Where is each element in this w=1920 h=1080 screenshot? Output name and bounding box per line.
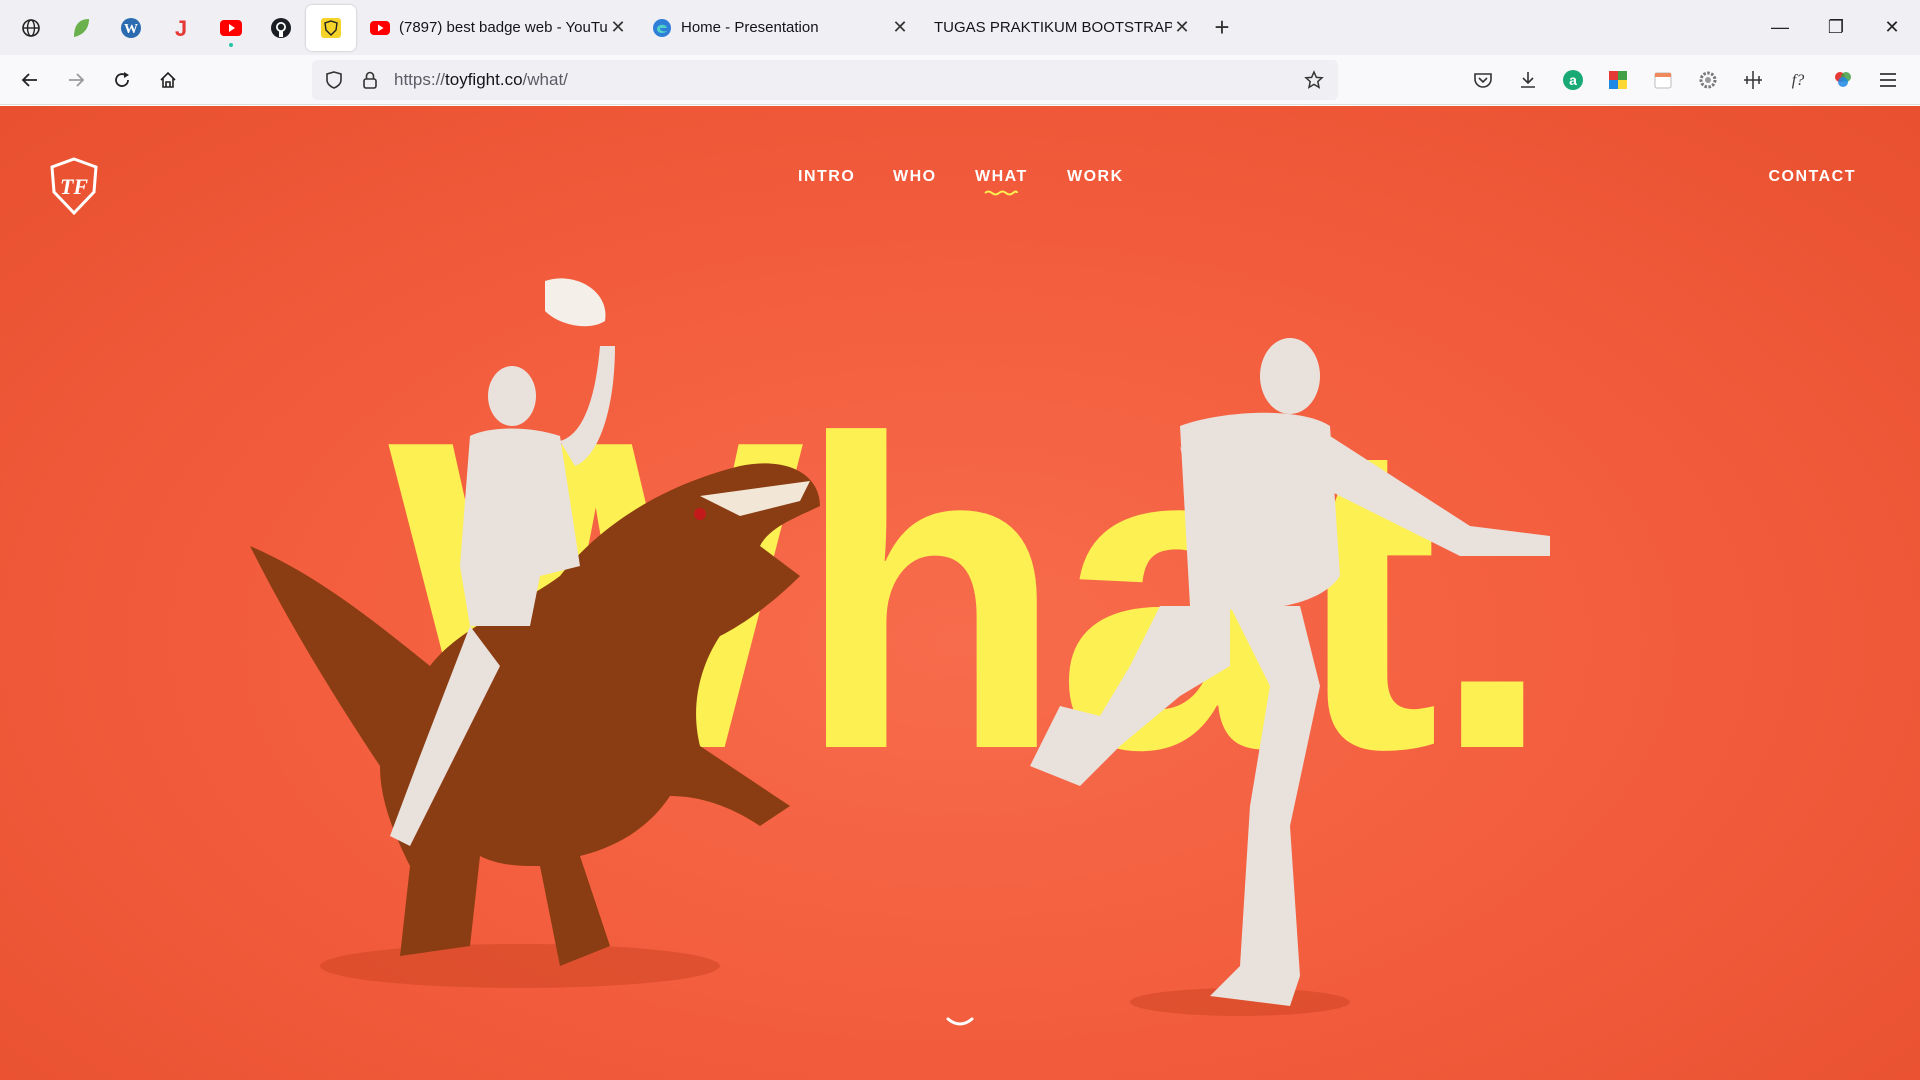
- toyfight-icon: [321, 17, 341, 38]
- lock-icon[interactable]: [352, 70, 388, 90]
- address-bar[interactable]: https://toyfight.co/what/: [312, 60, 1338, 100]
- calendar-icon[interactable]: [1640, 60, 1685, 100]
- close-tab-icon[interactable]: ✕: [890, 17, 910, 38]
- new-tab-button[interactable]: +: [1202, 8, 1242, 48]
- minimize-button[interactable]: —: [1752, 0, 1808, 55]
- move-cross-icon[interactable]: [1730, 60, 1775, 100]
- download-icon[interactable]: [1505, 60, 1550, 100]
- close-tab-icon[interactable]: ✕: [1172, 17, 1192, 38]
- hamburger-menu-icon[interactable]: [1865, 60, 1910, 100]
- tab-title: (7897) best badge web - YouTube: [399, 19, 608, 36]
- svg-text:J: J: [175, 17, 187, 39]
- youtube-icon: [370, 18, 390, 38]
- navigation-toolbar: https://toyfight.co/what/ a f?: [0, 55, 1920, 105]
- color-picker-icon[interactable]: [1820, 60, 1865, 100]
- pinned-tab-toyfight[interactable]: [306, 4, 356, 51]
- forward-button[interactable]: [54, 60, 98, 100]
- edge-icon: [652, 18, 672, 38]
- tab-title: TUGAS PRAKTIKUM BOOTSTRAP.pdf: [934, 19, 1172, 36]
- pinned-tabs: W J: [0, 0, 356, 55]
- window-controls: — ❐ ✕: [1752, 0, 1920, 55]
- wordpress-icon: W: [121, 17, 141, 38]
- scroll-down-chevron-icon[interactable]: [946, 1016, 974, 1030]
- gear-icon[interactable]: [1685, 60, 1730, 100]
- evernote-icon: [74, 18, 89, 37]
- pinned-tab-wordpress[interactable]: W: [106, 5, 156, 51]
- home-icon: [160, 71, 176, 88]
- notification-dot: [229, 42, 233, 47]
- pocket-icon[interactable]: [1460, 60, 1505, 100]
- url-text[interactable]: https://toyfight.co/what/: [394, 70, 1296, 90]
- pinned-tab-globe[interactable]: [6, 5, 56, 51]
- tracking-shield-icon[interactable]: [316, 70, 352, 90]
- forward-arrow-icon: [69, 72, 85, 87]
- youtube-icon: [220, 19, 242, 36]
- reload-button[interactable]: [100, 60, 144, 100]
- tab-youtube[interactable]: (7897) best badge web - YouTube ✕: [356, 5, 638, 51]
- tab-pdf[interactable]: TUGAS PRAKTIKUM BOOTSTRAP.pdf ✕: [920, 5, 1202, 51]
- close-tab-icon[interactable]: ✕: [608, 17, 628, 38]
- pinned-tab-github[interactable]: [256, 5, 306, 51]
- a-extension-icon[interactable]: a: [1550, 60, 1595, 100]
- floor-shadow: [320, 944, 720, 988]
- pinned-tab-evernote[interactable]: [56, 5, 106, 51]
- hero-illustration: [250, 278, 1550, 1016]
- extensions-toolbar: a f?: [1460, 60, 1910, 100]
- j-icon: J: [175, 17, 187, 39]
- pinned-tab-j[interactable]: J: [156, 5, 206, 51]
- running-man-figure: [1030, 338, 1550, 1006]
- pinned-tab-youtube[interactable]: [206, 5, 256, 51]
- close-window-button[interactable]: ✕: [1864, 0, 1920, 55]
- page-viewport: TF INTRO WHO WHAT WORK CONTACT What.: [0, 106, 1920, 1080]
- svg-text:f?: f?: [1791, 72, 1803, 89]
- github-icon: [271, 17, 291, 38]
- font-finder-icon[interactable]: f?: [1775, 60, 1820, 100]
- home-button[interactable]: [146, 60, 190, 100]
- restore-button[interactable]: ❐: [1808, 0, 1864, 55]
- back-button[interactable]: [8, 60, 52, 100]
- tab-home-presentation[interactable]: Home - Presentation ✕: [638, 5, 920, 51]
- back-arrow-icon: [21, 72, 37, 87]
- tab-bar: W J (7897) best badge web - YouTube ✕ Ho…: [0, 0, 1920, 55]
- svg-text:W: W: [124, 22, 138, 37]
- tab-title: Home - Presentation: [681, 19, 819, 36]
- bookmark-star-icon[interactable]: [1296, 70, 1332, 90]
- svg-text:a: a: [1569, 72, 1577, 88]
- colorful-grid-icon[interactable]: [1595, 60, 1640, 100]
- globe-icon: [22, 18, 40, 37]
- reload-icon: [115, 71, 129, 87]
